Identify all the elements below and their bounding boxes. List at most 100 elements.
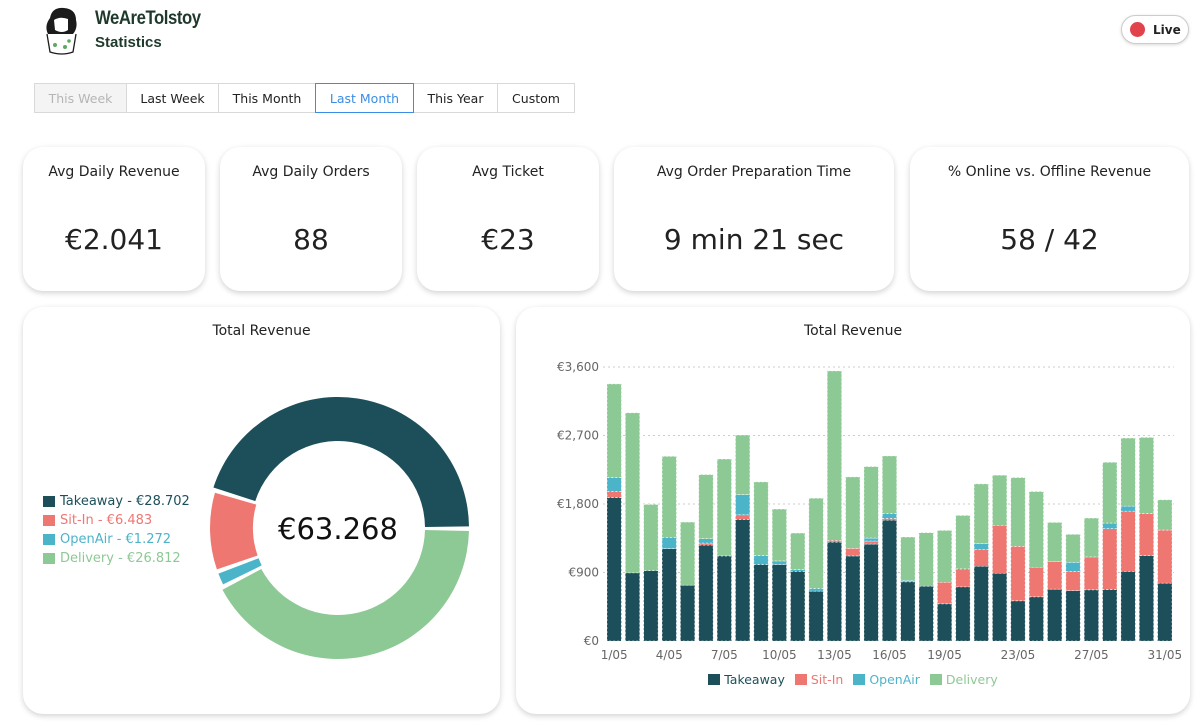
bar-17/05[interactable]	[900, 536, 916, 642]
bar-segment-delivery[interactable]	[1120, 437, 1136, 507]
bar-segment-takeaway[interactable]	[808, 590, 824, 642]
bar-30/05[interactable]	[1138, 437, 1154, 642]
bar-19/05[interactable]	[937, 530, 953, 642]
bar-segment-delivery[interactable]	[753, 481, 769, 556]
bar-segment-takeaway[interactable]	[735, 519, 751, 642]
bar-segment-openair[interactable]	[735, 494, 751, 516]
bar-25/05[interactable]	[1047, 522, 1063, 642]
live-toggle-button[interactable]: Live	[1121, 15, 1189, 44]
bar-segment-sit-in[interactable]	[1083, 556, 1099, 591]
bar-segment-delivery[interactable]	[643, 504, 659, 571]
bar-segment-openair[interactable]	[863, 537, 879, 542]
bar-14/05[interactable]	[845, 476, 861, 642]
bar-segment-openair[interactable]	[771, 560, 787, 565]
bar-segment-sit-in[interactable]	[1102, 528, 1118, 590]
bar-segment-openair[interactable]	[1065, 562, 1081, 572]
bar-segment-delivery[interactable]	[900, 536, 916, 581]
bar-segment-delivery[interactable]	[1138, 437, 1154, 514]
bar-segment-takeaway[interactable]	[716, 555, 732, 642]
range-last-week-button[interactable]: Last Week	[126, 83, 219, 113]
bar-segment-delivery[interactable]	[863, 466, 879, 539]
bar-segment-delivery[interactable]	[661, 456, 677, 538]
bar-segment-openair[interactable]	[973, 543, 989, 550]
bar-segment-takeaway[interactable]	[955, 586, 971, 642]
bar-segment-delivery[interactable]	[771, 508, 787, 562]
bar-2/05[interactable]	[625, 412, 641, 642]
bar-segment-takeaway[interactable]	[992, 572, 1008, 642]
bar-segment-delivery[interactable]	[1010, 477, 1026, 547]
bar-segment-delivery[interactable]	[1065, 534, 1081, 563]
bar-5/05[interactable]	[680, 521, 696, 642]
bar-segment-sit-in[interactable]	[937, 581, 953, 605]
bar-segment-takeaway[interactable]	[680, 584, 696, 642]
range-this-week-button[interactable]: This Week	[34, 83, 127, 113]
donut-slice-sit-in[interactable]	[209, 492, 258, 570]
bar-21/05[interactable]	[973, 483, 989, 642]
bar-segment-takeaway[interactable]	[1157, 582, 1173, 642]
bar-segment-delivery[interactable]	[716, 458, 732, 557]
bar-20/05[interactable]	[955, 515, 971, 642]
bar-segment-delivery[interactable]	[625, 412, 641, 574]
bar-segment-sit-in[interactable]	[863, 540, 879, 545]
legend-item-sit-in[interactable]: Sit-In	[794, 672, 843, 687]
bar-segment-delivery[interactable]	[606, 383, 622, 478]
bar-segment-takeaway[interactable]	[661, 548, 677, 642]
bar-segment-delivery[interactable]	[937, 530, 953, 583]
bar-7/05[interactable]	[716, 458, 732, 642]
bar-segment-delivery[interactable]	[955, 515, 971, 570]
bar-segment-takeaway[interactable]	[643, 570, 659, 642]
bar-segment-delivery[interactable]	[680, 521, 696, 586]
range-custom-button[interactable]: Custom	[497, 83, 575, 113]
bar-segment-sit-in[interactable]	[973, 549, 989, 567]
bar-segment-openair[interactable]	[753, 555, 769, 565]
bar-segment-takeaway[interactable]	[973, 565, 989, 642]
bar-segment-delivery[interactable]	[698, 474, 714, 540]
bar-segment-sit-in[interactable]	[955, 568, 971, 588]
bar-segment-openair[interactable]	[808, 588, 824, 592]
bar-12/05[interactable]	[808, 497, 824, 642]
bar-segment-takeaway[interactable]	[845, 555, 861, 642]
bar-31/05[interactable]	[1157, 499, 1173, 642]
bar-segment-takeaway[interactable]	[826, 541, 842, 642]
bar-segment-delivery[interactable]	[1047, 522, 1063, 562]
bar-segment-sit-in[interactable]	[845, 547, 861, 557]
bar-segment-delivery[interactable]	[918, 532, 934, 587]
bar-1/05[interactable]	[606, 383, 622, 642]
legend-item-delivery[interactable]: Delivery	[929, 672, 998, 687]
bar-9/05[interactable]	[753, 481, 769, 642]
bar-15/05[interactable]	[863, 466, 879, 642]
bar-segment-takeaway[interactable]	[1010, 600, 1026, 642]
bar-segment-delivery[interactable]	[973, 483, 989, 544]
bar-segment-sit-in[interactable]	[735, 514, 751, 520]
bar-segment-delivery[interactable]	[1028, 491, 1044, 568]
bar-8/05[interactable]	[735, 434, 751, 642]
bar-segment-takeaway[interactable]	[937, 603, 953, 642]
bar-segment-takeaway[interactable]	[606, 497, 622, 642]
bar-16/05[interactable]	[882, 455, 897, 642]
bar-segment-takeaway[interactable]	[771, 564, 787, 642]
legend-item-openair[interactable]: OpenAir	[853, 672, 920, 687]
bar-23/05[interactable]	[1010, 477, 1026, 642]
bar-segment-sit-in[interactable]	[606, 491, 622, 498]
bar-segment-takeaway[interactable]	[698, 544, 714, 642]
bar-segment-takeaway[interactable]	[753, 564, 769, 642]
bar-segment-takeaway[interactable]	[1047, 588, 1063, 642]
bar-segment-openair[interactable]	[1102, 522, 1118, 530]
bar-24/05[interactable]	[1028, 491, 1044, 642]
range-this-year-button[interactable]: This Year	[413, 83, 498, 113]
bar-segment-delivery[interactable]	[1083, 517, 1099, 558]
bar-segment-delivery[interactable]	[882, 455, 897, 514]
bar-segment-delivery[interactable]	[1157, 499, 1173, 531]
bar-segment-takeaway[interactable]	[900, 581, 916, 642]
bar-segment-sit-in[interactable]	[1120, 510, 1136, 572]
bar-segment-takeaway[interactable]	[882, 519, 897, 642]
bar-3/05[interactable]	[643, 504, 659, 642]
bar-segment-sit-in[interactable]	[1138, 513, 1154, 556]
bar-segment-sit-in[interactable]	[1157, 529, 1173, 584]
bar-13/05[interactable]	[826, 370, 842, 642]
bar-segment-takeaway[interactable]	[1138, 555, 1154, 642]
bar-11/05[interactable]	[790, 532, 806, 642]
bar-segment-delivery[interactable]	[992, 474, 1008, 526]
bar-segment-delivery[interactable]	[826, 370, 842, 541]
range-this-month-button[interactable]: This Month	[218, 83, 316, 113]
